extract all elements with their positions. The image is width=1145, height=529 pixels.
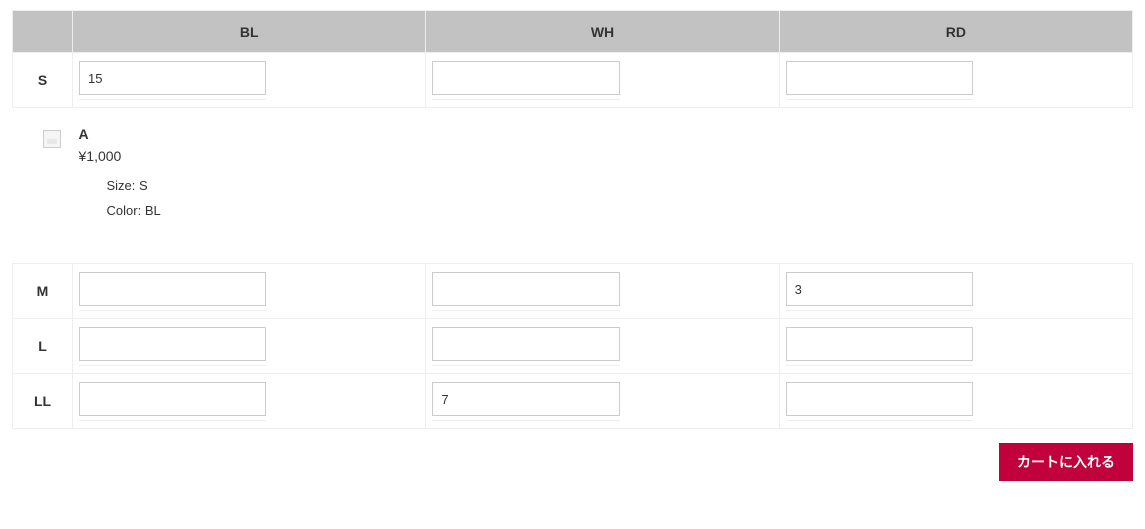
cell-underbar [432,420,619,424]
product-thumbnail-icon [43,130,61,148]
detail-color-value: BL [145,203,161,218]
variant-matrix-table: BL WH RD S A ¥1,000 Size: S [12,10,1133,429]
table-row: LL [13,374,1133,429]
qty-input-ll-wh[interactable] [432,382,619,416]
row-header-ll: LL [13,374,73,429]
row-header-s: S [13,53,73,108]
cell-underbar [79,99,266,103]
table-row: L [13,319,1133,374]
product-name: A [79,126,1127,142]
cell-underbar [79,420,266,424]
qty-input-s-rd[interactable] [786,61,973,95]
cell-underbar [786,99,973,103]
qty-input-l-rd[interactable] [786,327,973,361]
qty-input-l-bl[interactable] [79,327,266,361]
qty-input-m-rd[interactable] [786,272,973,306]
cell-underbar [432,99,619,103]
qty-input-ll-bl[interactable] [79,382,266,416]
detail-size-label: Size: [107,178,136,193]
cell-underbar [432,310,619,314]
row-header-l: L [13,319,73,374]
column-header-wh: WH [426,11,779,53]
detail-color-label: Color: [107,203,142,218]
cell-underbar [79,310,266,314]
qty-input-s-wh[interactable] [432,61,619,95]
column-header-bl: BL [73,11,426,53]
column-header-blank [13,11,73,53]
cell-underbar [432,365,619,369]
cell-underbar [786,420,973,424]
cell-underbar [786,365,973,369]
qty-input-ll-rd[interactable] [786,382,973,416]
column-header-rd: RD [779,11,1132,53]
qty-input-l-wh[interactable] [432,327,619,361]
row-header-m: M [13,264,73,319]
variant-detail-row: A ¥1,000 Size: S Color: BL [13,108,1133,264]
table-row: S [13,53,1133,108]
cell-underbar [786,310,973,314]
variant-detail-content: A ¥1,000 Size: S Color: BL [79,126,1127,223]
add-to-cart-button[interactable]: カートに入れる [999,443,1133,481]
detail-size: Size: S [107,174,1127,199]
table-row: M [13,264,1133,319]
detail-size-value: S [139,178,148,193]
qty-input-m-wh[interactable] [432,272,619,306]
qty-input-s-bl[interactable] [79,61,266,95]
detail-color: Color: BL [107,199,1127,224]
cell-underbar [79,365,266,369]
qty-input-m-bl[interactable] [79,272,266,306]
product-price: ¥1,000 [79,148,1127,164]
